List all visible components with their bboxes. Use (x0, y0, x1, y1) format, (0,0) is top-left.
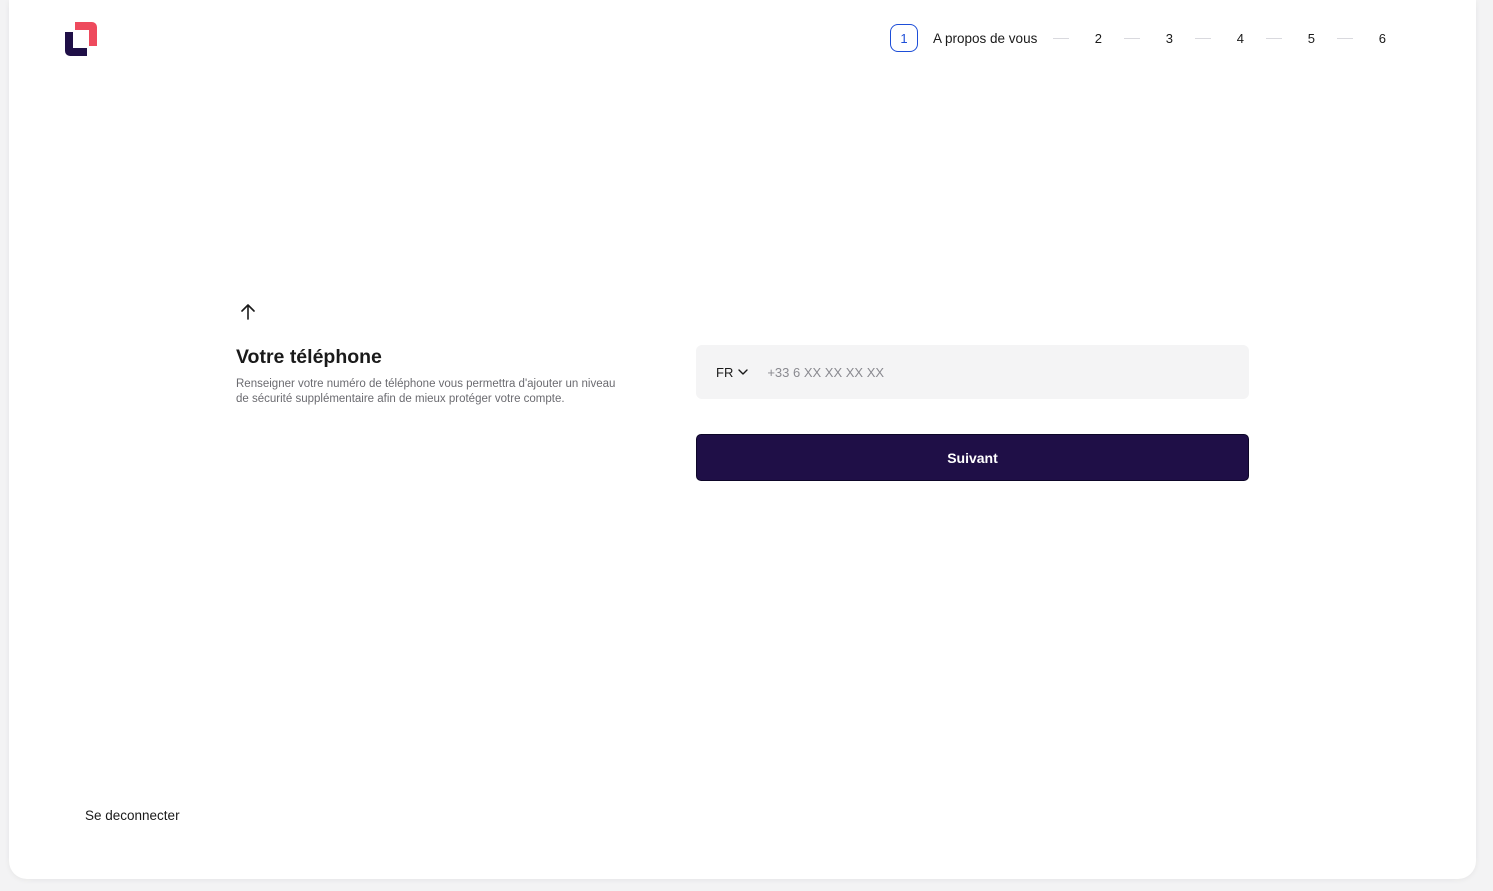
step-2-indicator: 2 (1094, 30, 1102, 46)
phone-number-input[interactable] (765, 363, 1190, 381)
step-6-indicator: 6 (1378, 30, 1386, 46)
progress-stepper: 1 A propos de vous 2 3 4 5 6 (890, 23, 1392, 53)
phone-field: FR (696, 345, 1249, 399)
arrow-up-icon[interactable] (238, 302, 258, 322)
app-frame: 1 A propos de vous 2 3 4 5 6 Votre télép… (9, 0, 1476, 879)
brand-logo-icon[interactable] (65, 22, 97, 56)
step-4-indicator: 4 (1236, 30, 1244, 46)
step-1-label: A propos de vous (933, 30, 1038, 46)
step-separator (1195, 37, 1212, 39)
next-button[interactable]: Suivant (696, 434, 1249, 481)
step-separator (1053, 37, 1070, 39)
chevron-down-icon (738, 369, 749, 375)
step-1-indicator: 1 (890, 24, 918, 52)
country-code-select[interactable]: FR (716, 365, 749, 380)
step-separator (1124, 37, 1141, 39)
page-title: Votre téléphone (236, 346, 382, 368)
step-3-indicator: 3 (1165, 30, 1173, 46)
logout-link[interactable]: Se deconnecter (85, 808, 180, 823)
step-separator (1266, 37, 1283, 39)
country-code-label: FR (716, 364, 734, 380)
step-5-indicator: 5 (1307, 30, 1315, 46)
page-description: Renseigner votre numéro de téléphone vou… (236, 378, 616, 405)
step-separator (1337, 37, 1354, 39)
